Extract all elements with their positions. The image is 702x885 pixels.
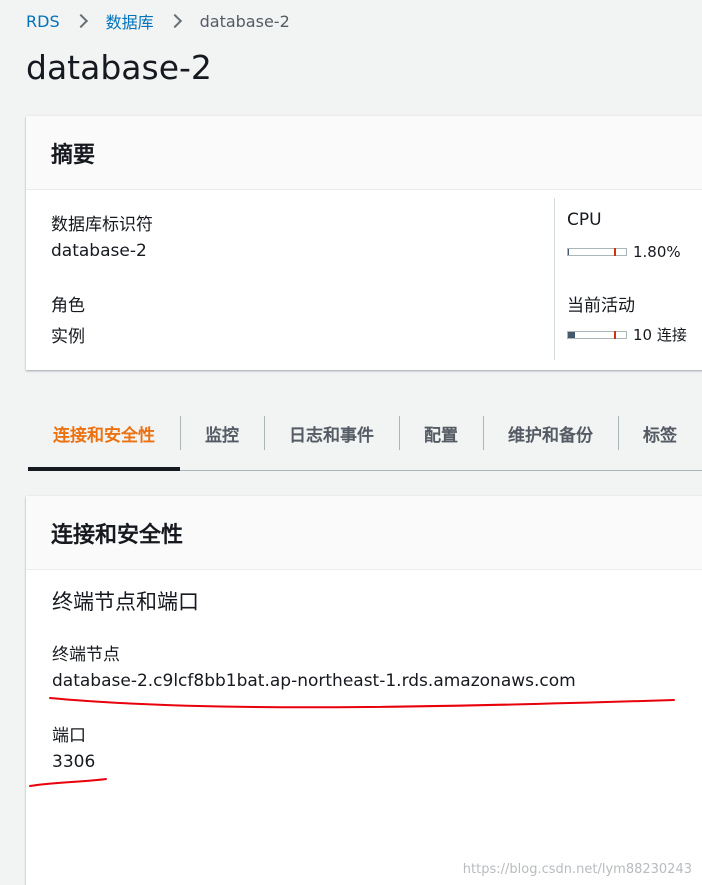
cpu-meter-fill bbox=[568, 249, 570, 255]
rds-database-page: RDS 数据库 database-2 database-2 摘要 数据库标识符 … bbox=[0, 0, 702, 885]
activity-value: 10 连接 bbox=[633, 326, 687, 344]
tab-tags[interactable]: 标签 bbox=[618, 396, 702, 470]
summary-body: 数据库标识符 database-2 角色 实例 CPU 1.80% 当前活动 1… bbox=[26, 190, 702, 370]
activity-meter-row: 10 连接 bbox=[567, 324, 687, 345]
port-value[interactable]: 3306 bbox=[52, 752, 95, 772]
chevron-right-icon bbox=[167, 13, 182, 29]
summary-header: 摘要 bbox=[26, 116, 702, 190]
endpoint-value[interactable]: database-2.c9lcf8bb1bat.ap-northeast-1.r… bbox=[52, 671, 576, 691]
chevron-right-icon bbox=[73, 13, 88, 29]
connectivity-panel: 连接和安全性 终端节点和端口 终端节点 database-2.c9lcf8bb1… bbox=[26, 496, 702, 885]
breadcrumb-link-rds[interactable]: RDS bbox=[26, 12, 60, 31]
cpu-meter-row: 1.80% bbox=[567, 243, 681, 261]
tab-bar: 连接和安全性 监控 日志和事件 配置 维护和备份 标签 bbox=[28, 396, 702, 471]
activity-meter bbox=[567, 330, 627, 339]
activity-label: 当前活动 bbox=[567, 296, 635, 316]
endpoint-label: 终端节点 bbox=[52, 645, 120, 665]
tab-monitoring[interactable]: 监控 bbox=[180, 396, 264, 470]
tab-maintenance-backups[interactable]: 维护和备份 bbox=[483, 396, 618, 470]
page-title: database-2 bbox=[26, 48, 212, 87]
breadcrumb: RDS 数据库 database-2 bbox=[26, 9, 290, 33]
cpu-meter-threshold bbox=[614, 248, 616, 256]
summary-column-divider bbox=[554, 198, 555, 360]
breadcrumb-link-databases[interactable]: 数据库 bbox=[106, 9, 154, 33]
watermark: https://blog.csdn.net/lym88230243 bbox=[462, 862, 692, 877]
tab-connectivity-security[interactable]: 连接和安全性 bbox=[28, 396, 180, 471]
cpu-value: 1.80% bbox=[633, 243, 681, 261]
db-identifier-value: database-2 bbox=[51, 241, 147, 261]
port-label: 端口 bbox=[52, 726, 86, 746]
activity-meter-fill bbox=[568, 331, 575, 338]
breadcrumb-current: database-2 bbox=[199, 11, 290, 31]
db-identifier-label: 数据库标识符 bbox=[51, 215, 153, 235]
activity-meter-threshold bbox=[614, 330, 616, 339]
endpoint-port-section-title: 终端节点和端口 bbox=[52, 590, 199, 614]
role-label: 角色 bbox=[51, 296, 85, 316]
tab-logs-events[interactable]: 日志和事件 bbox=[264, 396, 399, 470]
connectivity-header: 连接和安全性 bbox=[26, 496, 702, 570]
summary-panel: 摘要 数据库标识符 database-2 角色 实例 CPU 1.80% 当前活… bbox=[26, 116, 702, 370]
cpu-meter bbox=[567, 248, 627, 256]
tab-configuration[interactable]: 配置 bbox=[399, 396, 483, 470]
role-value: 实例 bbox=[51, 327, 85, 347]
cpu-label: CPU bbox=[567, 210, 602, 230]
